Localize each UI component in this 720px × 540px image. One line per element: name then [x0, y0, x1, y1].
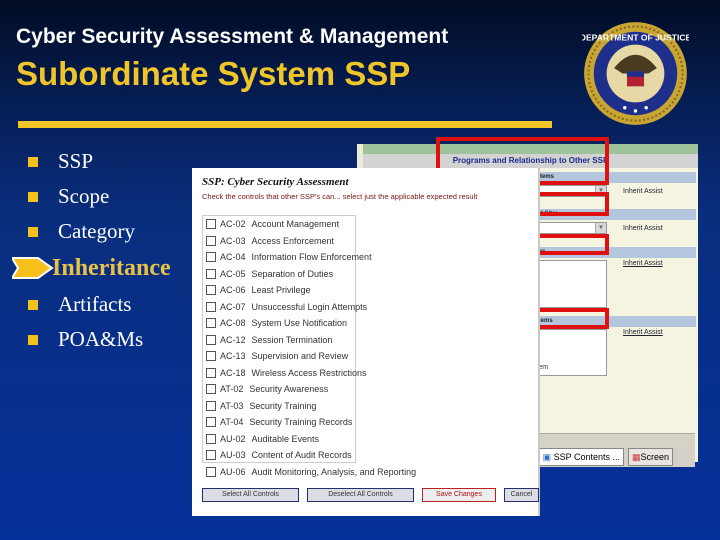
control-checkbox[interactable]: [206, 219, 216, 230]
control-name: Wireless Access Restrictions: [251, 367, 367, 378]
control-row[interactable]: AC-06 Least Privilege: [203, 282, 355, 299]
control-id: AC-05: [220, 268, 246, 279]
bullet-scope: Scope: [22, 179, 171, 214]
control-checkbox[interactable]: [206, 252, 216, 263]
ie-page-icon: ▣: [542, 452, 552, 462]
bullet-poams: POA&Ms: [22, 322, 171, 357]
control-checkbox[interactable]: [206, 433, 216, 444]
control-checkbox[interactable]: [206, 235, 216, 246]
control-name: Account Management: [251, 219, 340, 230]
control-name: Audit Monitoring, Analysis, and Reportin…: [251, 466, 417, 477]
control-row[interactable]: AC-13 Supervision and Review: [203, 348, 355, 365]
control-id: AT-03: [220, 400, 244, 411]
control-checkbox[interactable]: [206, 351, 216, 362]
bullet-ssp: SSP: [22, 144, 171, 179]
doj-seal-icon: DEPARTMENT OF JUSTICE: [582, 22, 689, 125]
control-row[interactable]: AT-02 Security Awareness: [203, 381, 355, 398]
control-row[interactable]: AC-08 System Use Notification: [203, 315, 355, 332]
control-row[interactable]: AU-03 Content of Audit Records: [203, 447, 355, 464]
seal-text: DEPARTMENT OF JUSTICE: [582, 32, 689, 42]
bullet-inheritance-active: Inheritance: [12, 249, 171, 287]
control-row[interactable]: AC-04 Information Flow Enforcement: [203, 249, 372, 266]
cancel-button[interactable]: Cancel: [504, 488, 539, 502]
title-rule: [18, 121, 552, 128]
control-row[interactable]: AT-04 Security Training Records: [203, 414, 355, 431]
controls-instructions: Check the controls that other SSP's can.…: [202, 192, 478, 201]
parent-inherit-assist-link[interactable]: Inherit Assist: [623, 188, 663, 195]
control-name: Access Enforcement: [251, 235, 335, 246]
control-id: AC-04: [220, 252, 246, 263]
control-id: AC-12: [220, 334, 246, 345]
control-id: AC-13: [220, 351, 246, 362]
control-checkbox[interactable]: [206, 450, 216, 461]
control-id: AU-02: [220, 433, 246, 444]
controls-window: SSP: Cyber Security Assessment Check the…: [192, 168, 540, 516]
control-checkbox[interactable]: [206, 417, 216, 428]
control-name: Supervision and Review: [251, 351, 349, 362]
control-name: Least Privilege: [251, 285, 311, 296]
programs-inherit-assist-link[interactable]: Inherit Assist: [623, 260, 663, 267]
control-id: AT-04: [220, 417, 244, 428]
controls-list[interactable]: AC-02 Account Management AC-03 Access Enfor…: [202, 215, 416, 477]
arrow-right-icon: [12, 257, 54, 279]
control-name: Security Training: [249, 400, 317, 411]
control-row[interactable]: AC-12 Session Termination: [203, 332, 355, 349]
bullet-square-icon: [28, 191, 38, 202]
control-name: Separation of Duties: [251, 268, 334, 279]
control-checkbox[interactable]: [206, 384, 216, 395]
bullet-category: Category: [22, 214, 171, 249]
control-row[interactable]: AU-02 Auditable Events: [203, 431, 355, 448]
control-row[interactable]: AC-07 Unsuccessful Login Attempts: [203, 299, 367, 316]
control-row[interactable]: AC-03 Access Enforcement: [203, 233, 355, 250]
control-name: Security Training Records: [249, 417, 353, 428]
control-checkbox[interactable]: [206, 285, 216, 296]
control-checkbox[interactable]: [206, 334, 216, 345]
control-id: AC-06: [220, 285, 246, 296]
control-checkbox[interactable]: [206, 318, 216, 329]
control-name: Auditable Events: [251, 433, 320, 444]
slide-title: Subordinate System SSP: [16, 55, 411, 92]
control-checkbox[interactable]: [206, 466, 216, 477]
control-id: AC-07: [220, 301, 246, 312]
slide-subtitle: Cyber Security Assessment & Management: [16, 25, 449, 48]
control-id: AC-08: [220, 318, 246, 329]
control-checkbox[interactable]: [206, 367, 216, 378]
control-name: Content of Audit Records: [251, 450, 352, 461]
host-inherit-assist-link[interactable]: Inherit Assist: [623, 225, 663, 232]
control-row[interactable]: AC-02 Account Management: [203, 216, 355, 233]
select-all-controls-button[interactable]: Select All Controls: [202, 488, 299, 502]
control-name: Unsuccessful Login Attempts: [251, 301, 368, 312]
control-id: AC-03: [220, 235, 246, 246]
save-changes-button[interactable]: Save Changes: [422, 488, 496, 502]
control-id: AU-06: [220, 466, 246, 477]
control-id: AU-03: [220, 450, 246, 461]
control-checkbox[interactable]: [206, 268, 216, 279]
control-id: AC-18: [220, 367, 246, 378]
control-name: Information Flow Enforcement: [251, 252, 372, 263]
control-row[interactable]: AT-03 Security Training: [203, 398, 355, 415]
bullet-square-icon: [28, 334, 38, 345]
bullet-square-icon: [28, 226, 38, 237]
control-checkbox[interactable]: [206, 400, 216, 411]
control-row[interactable]: AU-06 Audit Monitoring, Analysis, and Rep…: [203, 464, 523, 481]
control-checkbox[interactable]: [206, 301, 216, 312]
other-inherit-assist-link[interactable]: Inherit Assist: [623, 329, 663, 336]
control-id: AT-02: [220, 384, 244, 395]
bullet-square-icon: [28, 299, 38, 310]
control-name: Security Awareness: [249, 384, 329, 395]
control-name: System Use Notification: [251, 318, 348, 329]
taskbar-item-screen[interactable]: ▦Screen: [627, 448, 674, 466]
deselect-all-controls-button[interactable]: Deselect All Controls: [307, 488, 414, 502]
control-name: Session Termination: [251, 334, 333, 345]
control-row[interactable]: AC-05 Separation of Duties: [203, 266, 355, 283]
chevron-down-icon: ▼: [595, 223, 606, 233]
bullet-artifacts: Artifacts: [22, 287, 171, 322]
controls-window-title: SSP: Cyber Security Assessment: [202, 176, 349, 188]
taskbar-item-ssp-contents[interactable]: ▣ SSP Contents ...: [538, 448, 624, 466]
bullet-square-icon: [28, 156, 38, 167]
control-row[interactable]: AC-18 Wireless Access Restrictions: [203, 365, 367, 382]
control-id: AC-02: [220, 219, 246, 230]
topic-list: SSP Scope Category Inheritance Artifacts…: [12, 144, 171, 357]
